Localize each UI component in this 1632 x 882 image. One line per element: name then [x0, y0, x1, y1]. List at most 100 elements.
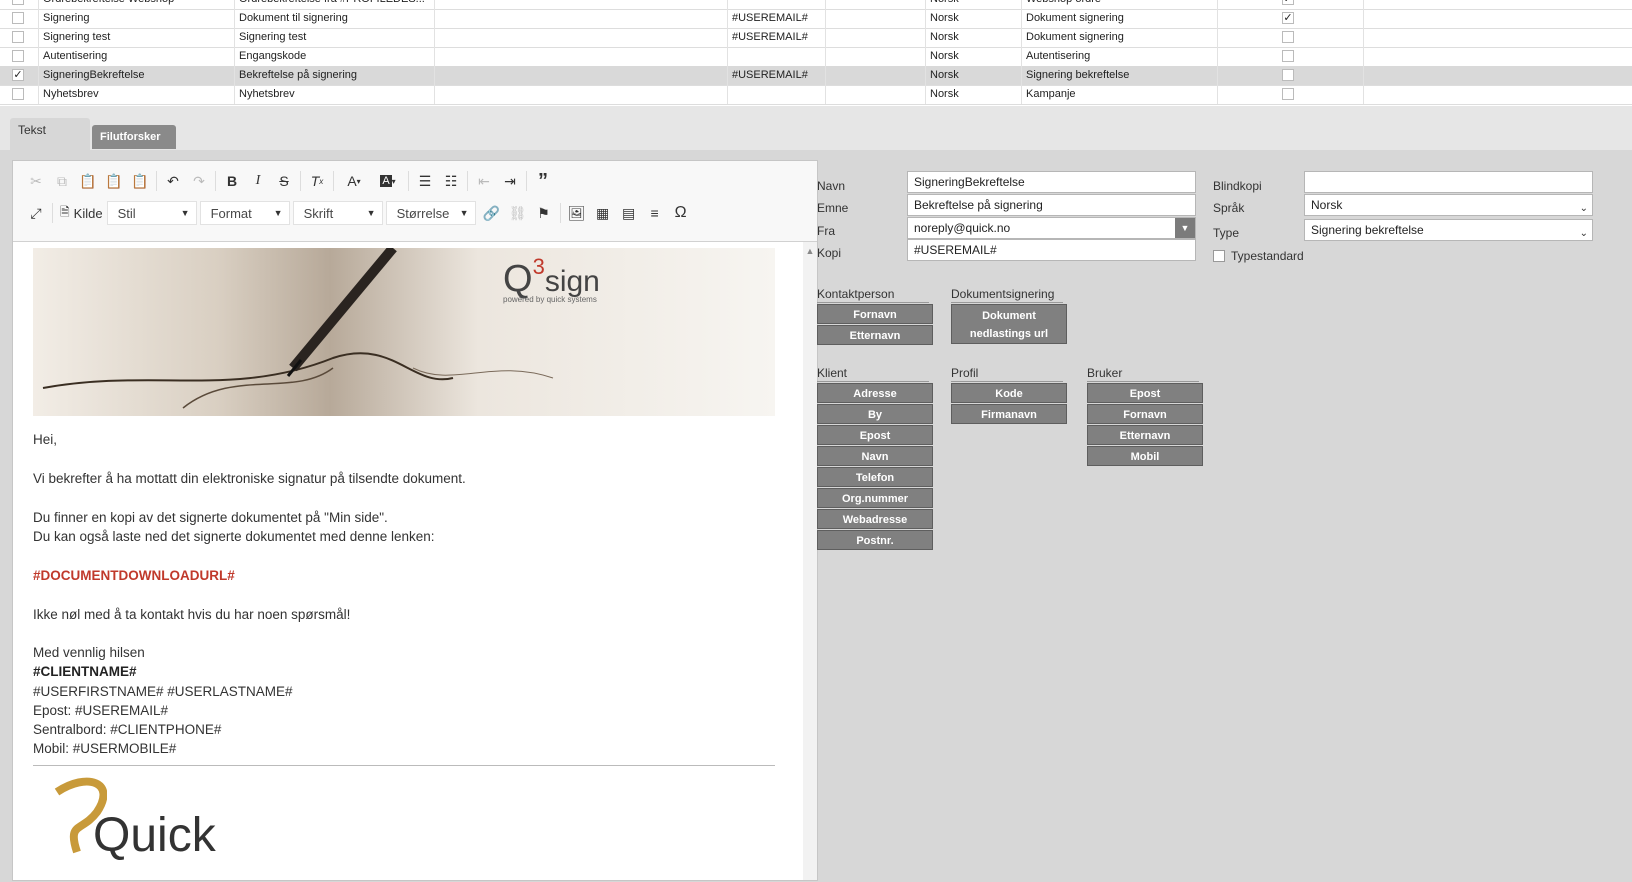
navn-input[interactable]: SigneringBekreftelse: [907, 171, 1196, 193]
type-select[interactable]: Signering bekreftelse ⌄: [1304, 219, 1593, 241]
row-select-checkbox[interactable]: [12, 88, 24, 100]
horizontal-line-icon[interactable]: ≡: [642, 201, 668, 225]
editor-scrollbar[interactable]: ▲: [803, 242, 817, 880]
numbered-list-icon[interactable]: ☰: [412, 169, 438, 193]
insert-profil-firmanavn-button[interactable]: Firmanavn: [951, 404, 1067, 424]
type-standard-checkbox[interactable]: [1282, 31, 1294, 43]
row-select-checkbox[interactable]: [12, 50, 24, 62]
insert-bruker-etternavn-button[interactable]: Etternavn: [1087, 425, 1203, 445]
insert-klient-telefon-button[interactable]: Telefon: [817, 467, 933, 487]
type-standard-checkbox[interactable]: [1282, 50, 1294, 62]
fra-dropdown-button[interactable]: ▼: [1175, 218, 1195, 238]
image-icon[interactable]: 🖼: [564, 201, 590, 225]
row-select-checkbox[interactable]: [12, 31, 24, 43]
table-cell-standard: [1217, 47, 1363, 66]
insert-bruker-mobil-button[interactable]: Mobil: [1087, 446, 1203, 466]
q3sign-logo: Q3sign powered by quick systems: [503, 254, 600, 305]
insert-profil-kode-button[interactable]: Kode: [951, 383, 1067, 403]
toolbar-separator: [467, 171, 468, 191]
kopi-input[interactable]: #USEREMAIL#: [907, 239, 1196, 261]
paste-word-icon[interactable]: 📋: [127, 169, 153, 193]
table-cell-checked: [0, 47, 36, 66]
remove-format-icon[interactable]: Tx: [304, 169, 330, 193]
table-cell: [1363, 47, 1632, 66]
redo-icon[interactable]: ↷: [186, 169, 212, 193]
tab-bar: [0, 106, 1632, 150]
outdent-icon[interactable]: ⇤: [471, 169, 497, 193]
type-standard-checkbox[interactable]: ✓: [1282, 0, 1294, 5]
font-dropdown[interactable]: Skrift ▼: [292, 201, 383, 225]
paste-text-icon[interactable]: 📋: [101, 169, 127, 193]
link-icon[interactable]: 🔗: [479, 201, 505, 225]
type-standard-checkbox[interactable]: [1282, 69, 1294, 81]
background-color-icon[interactable]: A ▾: [371, 169, 405, 193]
logo-q: Q: [503, 258, 533, 300]
typestandard-checkbox[interactable]: [1213, 250, 1225, 262]
insert-klient-org-nummer-button[interactable]: Org.nummer: [817, 488, 933, 508]
copy-icon[interactable]: ⧉: [49, 169, 75, 193]
anchor-flag-icon[interactable]: ⚑: [531, 201, 557, 225]
type-standard-checkbox[interactable]: [1282, 88, 1294, 100]
table-cell-type: Kampanje: [1021, 85, 1217, 104]
undo-icon[interactable]: ↶: [160, 169, 186, 193]
table-row[interactable]: Signering Dokument til signering #USEREMAI…: [0, 9, 1632, 29]
row-select-checkbox[interactable]: ✓: [12, 69, 24, 81]
table-cell-copy: [727, 85, 825, 104]
insert-klient-webadresse-button[interactable]: Webadresse: [817, 509, 933, 529]
italic-icon[interactable]: I: [245, 169, 271, 193]
insert-dok-dokument-nedlastings-url-button[interactable]: Dokument nedlastings url: [951, 304, 1067, 344]
emne-input[interactable]: Bekreftelse på signering: [907, 194, 1196, 216]
insert-klient-postnr--button[interactable]: Postnr.: [817, 530, 933, 550]
insert-bruker-epost-button[interactable]: Epost: [1087, 383, 1203, 403]
table-cell-standard: [1217, 28, 1363, 47]
unlink-icon[interactable]: ⛓: [505, 201, 531, 225]
paste-icon[interactable]: 📋: [75, 169, 101, 193]
scroll-up-icon[interactable]: ▲: [803, 246, 817, 256]
table-row[interactable]: Signering test Signering test #USEREMAIL# N…: [0, 28, 1632, 48]
toolbar-separator: [526, 171, 527, 191]
type-label: Type: [1213, 226, 1240, 240]
format-dropdown[interactable]: Format ▼: [199, 201, 290, 225]
tab-text[interactable]: Tekst: [10, 118, 90, 150]
fra-combobox[interactable]: noreply@quick.no ▼: [907, 217, 1196, 239]
indent-icon[interactable]: ⇥: [497, 169, 523, 193]
insert-kontakt-fornavn-button[interactable]: Fornavn: [817, 304, 933, 324]
insert-klient-adresse-button[interactable]: Adresse: [817, 383, 933, 403]
row-select-checkbox[interactable]: [12, 12, 24, 24]
blockquote-icon[interactable]: ”: [530, 169, 556, 193]
size-dropdown[interactable]: Størrelse ▼: [385, 201, 476, 225]
table-cell-subject: Nyhetsbrev: [234, 85, 424, 104]
table-row[interactable]: Nyhetsbrev Nyhetsbrev Norsk Kampanje: [0, 85, 1632, 105]
table-cell-lang: Norsk: [925, 9, 1021, 28]
blindkopi-input[interactable]: [1304, 171, 1593, 193]
flash-icon[interactable]: ▦: [590, 201, 616, 225]
style-dropdown[interactable]: Stil ▼: [106, 201, 197, 225]
email-line-3: Du kan også laste ned det signerte dokum…: [33, 529, 435, 544]
sprak-select[interactable]: Norsk ⌄: [1304, 194, 1593, 216]
table-cell-sender: [434, 47, 724, 66]
strikethrough-icon[interactable]: S: [271, 169, 297, 193]
tab-file-explorer[interactable]: Filutforsker: [92, 125, 176, 149]
table-cell-lang: Norsk: [925, 66, 1021, 85]
insert-klient-navn-button[interactable]: Navn: [817, 446, 933, 466]
row-select-checkbox[interactable]: [12, 0, 24, 5]
text-color-icon[interactable]: A ▾: [337, 169, 371, 193]
editor-content[interactable]: Q3sign powered by quick systems Hei, Vi …: [13, 242, 803, 882]
insert-bruker-fornavn-button[interactable]: Fornavn: [1087, 404, 1203, 424]
table-row[interactable]: ✓ SigneringBekreftelse Bekreftelse på sign…: [0, 66, 1632, 86]
client-name-placeholder: #CLIENTNAME#: [33, 664, 137, 679]
table-cell-standard: [1217, 66, 1363, 85]
insert-kontakt-etternavn-button[interactable]: Etternavn: [817, 325, 933, 345]
type-standard-checkbox[interactable]: ✓: [1282, 12, 1294, 24]
special-char-icon[interactable]: Ω: [668, 201, 694, 225]
insert-klient-by-button[interactable]: By: [817, 404, 933, 424]
maximize-icon[interactable]: ⤢: [23, 201, 49, 225]
bulleted-list-icon[interactable]: ☷: [438, 169, 464, 193]
bold-icon[interactable]: B: [219, 169, 245, 193]
cut-icon[interactable]: ✂: [23, 169, 49, 193]
table-cell: [825, 47, 925, 66]
source-button[interactable]: 🗎 Kilde: [56, 201, 107, 225]
insert-klient-epost-button[interactable]: Epost: [817, 425, 933, 445]
table-icon[interactable]: ▤: [616, 201, 642, 225]
table-row[interactable]: Autentisering Engangskode Norsk Autentiseri…: [0, 47, 1632, 67]
